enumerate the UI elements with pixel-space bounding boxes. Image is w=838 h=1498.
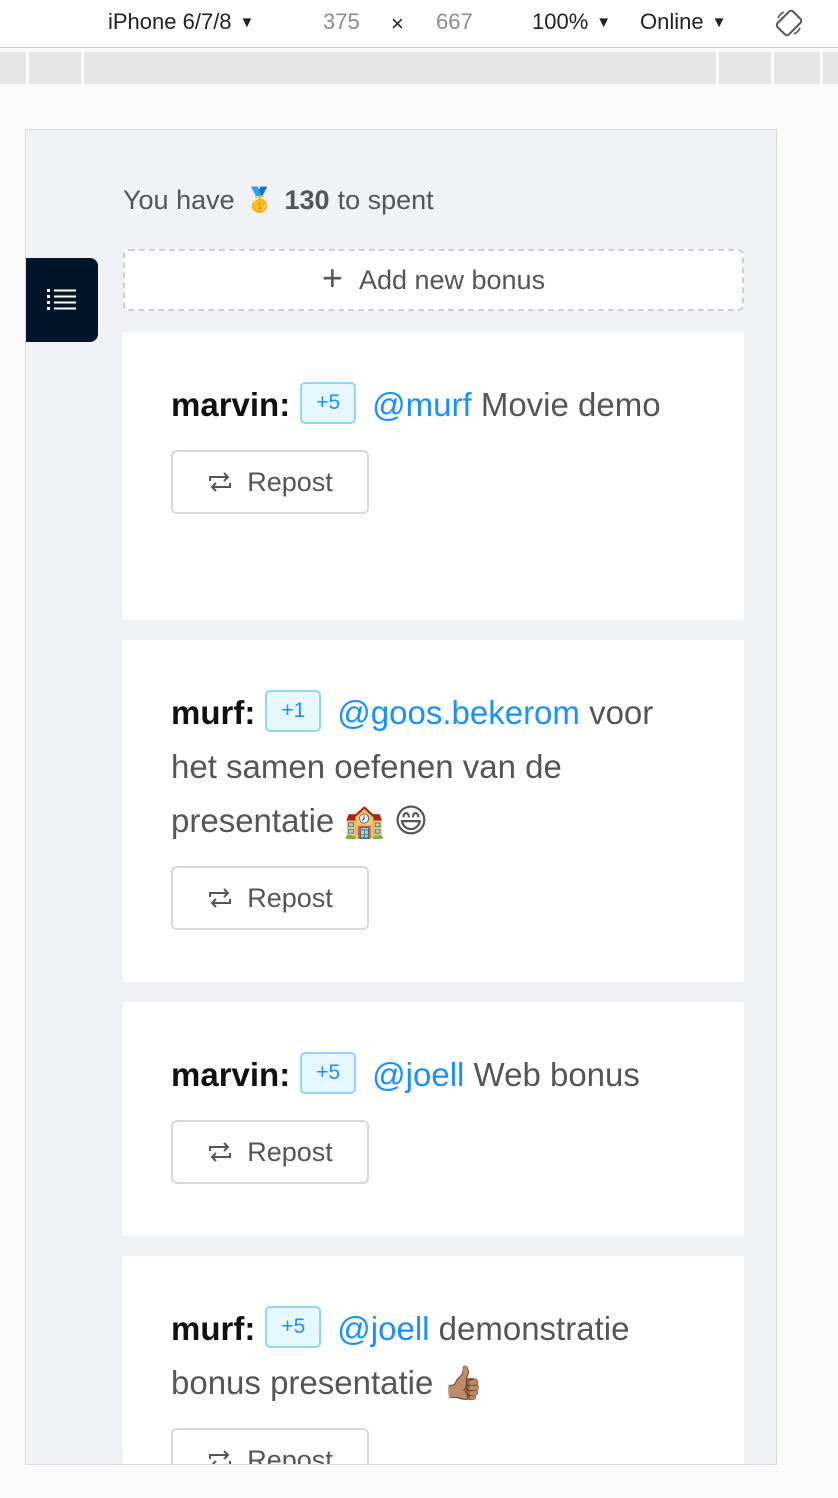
- repost-icon: [209, 1450, 232, 1464]
- repost-icon: [209, 888, 232, 908]
- bonus-text: Web bonus: [464, 1056, 640, 1093]
- zoom-label: 100%: [532, 9, 589, 34]
- add-new-bonus-label: Add new bonus: [358, 264, 546, 295]
- caret-down-icon: ▼: [596, 13, 612, 31]
- repost-label: Repost: [247, 466, 333, 497]
- author-name: murf:: [171, 694, 256, 731]
- repost-icon: [209, 1142, 232, 1162]
- caret-down-icon: ▼: [239, 13, 255, 31]
- repost-button[interactable]: Repost: [171, 866, 369, 930]
- rotate-icon[interactable]: [774, 8, 804, 38]
- points-badge: +5: [300, 1052, 357, 1095]
- points-badge: +5: [265, 1306, 322, 1349]
- repost-label: Repost: [247, 1444, 333, 1465]
- zoom-select[interactable]: 100% ▼: [532, 9, 611, 35]
- device-viewport: You have 🥇 130 to spent + Add new bonus …: [25, 129, 777, 1465]
- points-badge: +1: [265, 690, 322, 733]
- balance-line: You have 🥇 130 to spent: [123, 185, 434, 216]
- height-input[interactable]: 667: [436, 9, 473, 35]
- plus-icon: +: [321, 257, 343, 298]
- author-name: marvin:: [171, 386, 291, 423]
- bonus-message: marvin: +5 @murf Movie demo: [171, 378, 696, 432]
- bonus-card: murf: +5 @joell demonstratie bonus present…: [123, 1256, 744, 1465]
- bonus-message: marvin: +5 @joell Web bonus: [171, 1048, 696, 1102]
- repost-button[interactable]: Repost: [171, 1120, 369, 1184]
- bonus-card: marvin: +5 @murf Movie demo Repost: [123, 332, 744, 620]
- mention-link[interactable]: @joell: [372, 1056, 464, 1093]
- repost-icon: [209, 472, 232, 492]
- add-new-bonus-button[interactable]: + Add new bonus: [123, 249, 744, 311]
- bonus-message: murf: +1 @goos.bekerom voor het samen oefe…: [171, 686, 696, 848]
- media-query-bar[interactable]: [0, 52, 838, 84]
- width-input[interactable]: 375: [323, 9, 360, 35]
- author-name: murf:: [171, 1310, 256, 1347]
- bonus-text: Movie demo: [471, 386, 661, 423]
- bonus-card: marvin: +5 @joell Web bonus Repost: [123, 1002, 744, 1236]
- network-label: Online: [640, 9, 704, 34]
- device-toolbar: iPhone 6/7/8 ▼ 375 × 667 100% ▼ Online ▼: [0, 0, 838, 48]
- bonus-card: murf: +1 @goos.bekerom voor het samen oefe…: [123, 640, 744, 982]
- network-select[interactable]: Online ▼: [640, 9, 726, 35]
- balance-prefix: You have: [123, 185, 235, 215]
- balance-suffix: to spent: [337, 185, 434, 215]
- device-select[interactable]: iPhone 6/7/8 ▼: [108, 9, 254, 35]
- times-icon: ×: [391, 11, 404, 36]
- bonus-message: murf: +5 @joell demonstratie bonus present…: [171, 1302, 696, 1410]
- repost-label: Repost: [247, 1136, 333, 1167]
- caret-down-icon: ▼: [711, 13, 727, 31]
- device-label: iPhone 6/7/8: [108, 9, 232, 34]
- repost-button[interactable]: Repost: [171, 450, 369, 514]
- menu-list-icon: [47, 289, 76, 310]
- points-badge: +5: [300, 382, 357, 425]
- repost-button[interactable]: Repost: [171, 1428, 369, 1465]
- mention-link[interactable]: @joell: [337, 1310, 429, 1347]
- balance-amount: 130: [284, 185, 330, 215]
- medal-icon: 🥇: [244, 187, 275, 214]
- repost-label: Repost: [247, 882, 333, 913]
- author-name: marvin:: [171, 1056, 291, 1093]
- mention-link[interactable]: @goos.bekerom: [337, 694, 580, 731]
- sidebar-toggle-button[interactable]: [26, 258, 98, 342]
- mention-link[interactable]: @murf: [372, 386, 472, 423]
